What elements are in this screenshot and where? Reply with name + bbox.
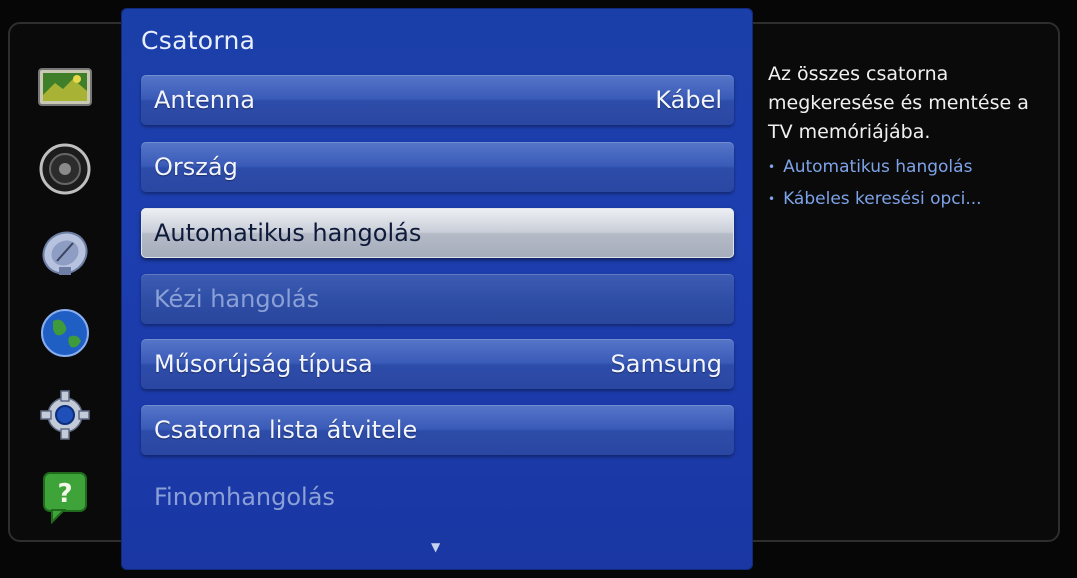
menu-item-label: Finomhangolás <box>154 483 335 511</box>
menu-item-guide-type[interactable]: Műsorújság típusa Samsung <box>141 339 734 389</box>
help-link-cable-search-options[interactable]: • Kábeles keresési opci... <box>768 189 1058 209</box>
menu-item-label: Csatorna lista átvitele <box>154 416 418 444</box>
help-panel: Az összes csatorna megkeresése és mentés… <box>768 60 1058 209</box>
menu-item-value: Kábel <box>655 86 722 114</box>
menu-item-label: Kézi hangolás <box>154 285 320 313</box>
menu-item-value: Samsung <box>610 350 722 378</box>
channel-antenna-icon[interactable] <box>36 222 94 280</box>
menu-item-label: Műsorújság típusa <box>154 350 373 378</box>
help-description: Az összes csatorna megkeresése és mentés… <box>768 63 1029 143</box>
support-help-icon[interactable]: ? <box>36 468 94 526</box>
menu-item-manual-tuning[interactable]: Kézi hangolás <box>141 274 734 324</box>
panel-title: Csatorna <box>141 26 256 55</box>
menu-item-antenna[interactable]: Antenna Kábel <box>141 75 734 125</box>
bullet-icon: • <box>768 160 776 174</box>
svg-text:?: ? <box>57 479 72 509</box>
menu-item-channel-list-transfer[interactable]: Csatorna lista átvitele <box>141 405 734 455</box>
channel-menu-panel: Csatorna Antenna Kábel Ország Automatiku… <box>121 8 753 570</box>
tv-screen: ? Csatorna Antenna Kábel Ország Automati… <box>0 0 1077 578</box>
sound-icon[interactable] <box>36 140 94 198</box>
menu-item-fine-tune[interactable]: Finomhangolás <box>141 472 734 522</box>
bullet-icon: • <box>768 192 776 206</box>
menu-item-auto-tuning[interactable]: Automatikus hangolás <box>141 208 734 258</box>
menu-item-country[interactable]: Ország <box>141 142 734 192</box>
network-globe-icon[interactable] <box>36 304 94 362</box>
help-link-auto-tuning[interactable]: • Automatikus hangolás <box>768 157 1058 177</box>
menu-item-label: Antenna <box>154 86 255 114</box>
menu-item-label: Automatikus hangolás <box>154 219 422 247</box>
picture-icon[interactable] <box>36 58 94 116</box>
help-link-label: Automatikus hangolás <box>783 157 973 177</box>
system-gear-icon[interactable] <box>36 386 94 444</box>
help-link-label: Kábeles keresési opci... <box>783 189 982 209</box>
scroll-down-icon[interactable]: ▼ <box>431 540 440 554</box>
category-rail: ? <box>28 50 118 530</box>
menu-item-label: Ország <box>154 153 238 181</box>
